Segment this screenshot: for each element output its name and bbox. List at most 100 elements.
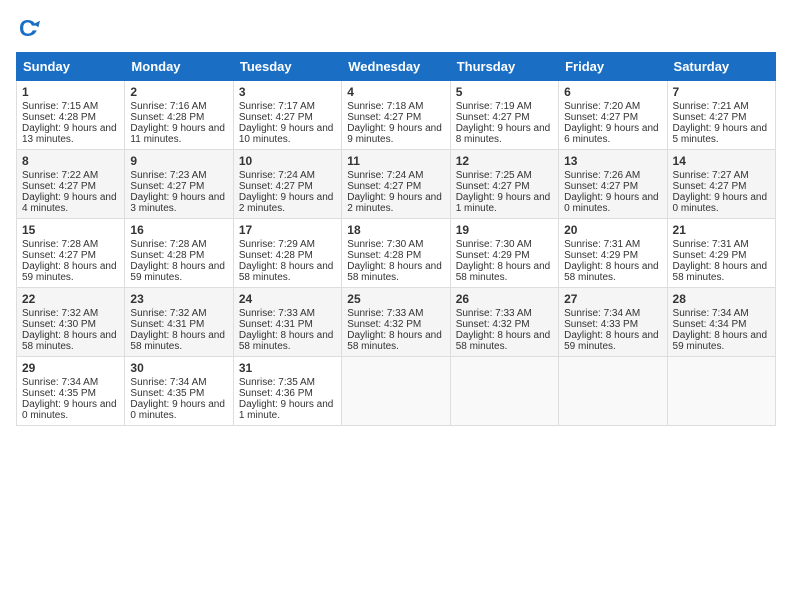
- sunset-text: Sunset: 4:27 PM: [456, 181, 530, 192]
- day-number: 4: [347, 85, 444, 99]
- sunset-text: Sunset: 4:27 PM: [673, 181, 747, 192]
- day-number: 27: [564, 292, 661, 306]
- sunrise-text: Sunrise: 7:33 AM: [239, 308, 315, 319]
- sunrise-text: Sunrise: 7:32 AM: [22, 308, 98, 319]
- sunrise-text: Sunrise: 7:34 AM: [130, 377, 206, 388]
- sunrise-text: Sunrise: 7:21 AM: [673, 101, 749, 112]
- day-number: 12: [456, 154, 553, 168]
- sunset-text: Sunset: 4:27 PM: [564, 112, 638, 123]
- days-header-row: SundayMondayTuesdayWednesdayThursdayFrid…: [17, 53, 776, 81]
- sunrise-text: Sunrise: 7:28 AM: [22, 239, 98, 250]
- calendar-cell: 12 Sunrise: 7:25 AM Sunset: 4:27 PM Dayl…: [450, 150, 558, 219]
- sunrise-text: Sunrise: 7:17 AM: [239, 101, 315, 112]
- week-row-5: 29 Sunrise: 7:34 AM Sunset: 4:35 PM Dayl…: [17, 357, 776, 426]
- daylight-text: Daylight: 8 hours and 59 minutes.: [673, 330, 768, 352]
- daylight-text: Daylight: 8 hours and 58 minutes.: [456, 330, 551, 352]
- calendar-table: SundayMondayTuesdayWednesdayThursdayFrid…: [16, 52, 776, 426]
- daylight-text: Daylight: 9 hours and 13 minutes.: [22, 123, 117, 145]
- day-number: 31: [239, 361, 336, 375]
- daylight-text: Daylight: 8 hours and 58 minutes.: [239, 261, 334, 283]
- sunrise-text: Sunrise: 7:23 AM: [130, 170, 206, 181]
- day-number: 17: [239, 223, 336, 237]
- daylight-text: Daylight: 8 hours and 58 minutes.: [673, 261, 768, 283]
- calendar-cell: 5 Sunrise: 7:19 AM Sunset: 4:27 PM Dayli…: [450, 81, 558, 150]
- day-header-saturday: Saturday: [667, 53, 775, 81]
- sunset-text: Sunset: 4:27 PM: [347, 112, 421, 123]
- daylight-text: Daylight: 9 hours and 0 minutes.: [22, 399, 117, 421]
- daylight-text: Daylight: 8 hours and 59 minutes.: [22, 261, 117, 283]
- daylight-text: Daylight: 8 hours and 59 minutes.: [564, 330, 659, 352]
- day-number: 11: [347, 154, 444, 168]
- day-number: 10: [239, 154, 336, 168]
- calendar-cell: 20 Sunrise: 7:31 AM Sunset: 4:29 PM Dayl…: [559, 219, 667, 288]
- daylight-text: Daylight: 9 hours and 10 minutes.: [239, 123, 334, 145]
- daylight-text: Daylight: 8 hours and 58 minutes.: [22, 330, 117, 352]
- daylight-text: Daylight: 8 hours and 59 minutes.: [130, 261, 225, 283]
- sunset-text: Sunset: 4:27 PM: [564, 181, 638, 192]
- daylight-text: Daylight: 8 hours and 58 minutes.: [347, 330, 442, 352]
- calendar-cell: 17 Sunrise: 7:29 AM Sunset: 4:28 PM Dayl…: [233, 219, 341, 288]
- calendar-cell: 1 Sunrise: 7:15 AM Sunset: 4:28 PM Dayli…: [17, 81, 125, 150]
- calendar-cell: 22 Sunrise: 7:32 AM Sunset: 4:30 PM Dayl…: [17, 288, 125, 357]
- day-number: 25: [347, 292, 444, 306]
- week-row-4: 22 Sunrise: 7:32 AM Sunset: 4:30 PM Dayl…: [17, 288, 776, 357]
- day-header-thursday: Thursday: [450, 53, 558, 81]
- sunset-text: Sunset: 4:27 PM: [673, 112, 747, 123]
- day-number: 29: [22, 361, 119, 375]
- day-number: 15: [22, 223, 119, 237]
- daylight-text: Daylight: 9 hours and 11 minutes.: [130, 123, 225, 145]
- calendar-cell: 15 Sunrise: 7:28 AM Sunset: 4:27 PM Dayl…: [17, 219, 125, 288]
- sunrise-text: Sunrise: 7:26 AM: [564, 170, 640, 181]
- sunrise-text: Sunrise: 7:29 AM: [239, 239, 315, 250]
- calendar-cell: 28 Sunrise: 7:34 AM Sunset: 4:34 PM Dayl…: [667, 288, 775, 357]
- daylight-text: Daylight: 9 hours and 1 minute.: [239, 399, 334, 421]
- day-number: 13: [564, 154, 661, 168]
- day-number: 9: [130, 154, 227, 168]
- logo-icon: [16, 16, 40, 40]
- daylight-text: Daylight: 9 hours and 2 minutes.: [239, 192, 334, 214]
- week-row-3: 15 Sunrise: 7:28 AM Sunset: 4:27 PM Dayl…: [17, 219, 776, 288]
- day-number: 3: [239, 85, 336, 99]
- day-number: 5: [456, 85, 553, 99]
- calendar-cell: 24 Sunrise: 7:33 AM Sunset: 4:31 PM Dayl…: [233, 288, 341, 357]
- daylight-text: Daylight: 9 hours and 2 minutes.: [347, 192, 442, 214]
- calendar-cell: 9 Sunrise: 7:23 AM Sunset: 4:27 PM Dayli…: [125, 150, 233, 219]
- daylight-text: Daylight: 9 hours and 9 minutes.: [347, 123, 442, 145]
- daylight-text: Daylight: 8 hours and 58 minutes.: [239, 330, 334, 352]
- day-number: 22: [22, 292, 119, 306]
- sunrise-text: Sunrise: 7:28 AM: [130, 239, 206, 250]
- day-header-sunday: Sunday: [17, 53, 125, 81]
- calendar-cell: 13 Sunrise: 7:26 AM Sunset: 4:27 PM Dayl…: [559, 150, 667, 219]
- day-header-friday: Friday: [559, 53, 667, 81]
- sunset-text: Sunset: 4:28 PM: [239, 250, 313, 261]
- sunrise-text: Sunrise: 7:19 AM: [456, 101, 532, 112]
- sunset-text: Sunset: 4:36 PM: [239, 388, 313, 399]
- day-number: 18: [347, 223, 444, 237]
- sunset-text: Sunset: 4:28 PM: [22, 112, 96, 123]
- day-number: 8: [22, 154, 119, 168]
- day-number: 14: [673, 154, 770, 168]
- week-row-2: 8 Sunrise: 7:22 AM Sunset: 4:27 PM Dayli…: [17, 150, 776, 219]
- sunset-text: Sunset: 4:28 PM: [130, 250, 204, 261]
- daylight-text: Daylight: 8 hours and 58 minutes.: [130, 330, 225, 352]
- sunset-text: Sunset: 4:30 PM: [22, 319, 96, 330]
- sunset-text: Sunset: 4:27 PM: [22, 181, 96, 192]
- daylight-text: Daylight: 8 hours and 58 minutes.: [564, 261, 659, 283]
- sunrise-text: Sunrise: 7:34 AM: [22, 377, 98, 388]
- sunrise-text: Sunrise: 7:33 AM: [347, 308, 423, 319]
- day-number: 7: [673, 85, 770, 99]
- sunset-text: Sunset: 4:31 PM: [239, 319, 313, 330]
- sunset-text: Sunset: 4:29 PM: [673, 250, 747, 261]
- daylight-text: Daylight: 8 hours and 58 minutes.: [456, 261, 551, 283]
- daylight-text: Daylight: 9 hours and 3 minutes.: [130, 192, 225, 214]
- daylight-text: Daylight: 9 hours and 8 minutes.: [456, 123, 551, 145]
- daylight-text: Daylight: 9 hours and 0 minutes.: [130, 399, 225, 421]
- sunset-text: Sunset: 4:34 PM: [673, 319, 747, 330]
- day-number: 21: [673, 223, 770, 237]
- sunrise-text: Sunrise: 7:30 AM: [456, 239, 532, 250]
- sunset-text: Sunset: 4:27 PM: [239, 181, 313, 192]
- calendar-cell: 25 Sunrise: 7:33 AM Sunset: 4:32 PM Dayl…: [342, 288, 450, 357]
- sunrise-text: Sunrise: 7:31 AM: [564, 239, 640, 250]
- sunrise-text: Sunrise: 7:34 AM: [673, 308, 749, 319]
- sunrise-text: Sunrise: 7:33 AM: [456, 308, 532, 319]
